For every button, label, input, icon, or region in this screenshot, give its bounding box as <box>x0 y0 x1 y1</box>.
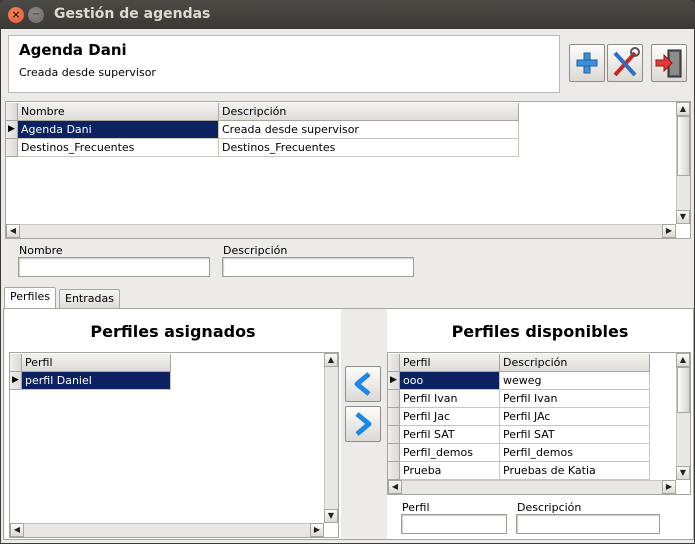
table-cell-perfil[interactable]: Perfil SAT <box>400 426 500 444</box>
scroll-down-icon[interactable]: ▼ <box>676 210 690 224</box>
table-cell-descripcion[interactable]: Pruebas de Katia <box>500 462 650 480</box>
add-button[interactable] <box>569 44 605 82</box>
table-cell-descripcion[interactable]: Perfil JAc <box>500 408 650 426</box>
column-header-descripcion[interactable]: Descripción <box>219 103 519 121</box>
minimize-icon[interactable]: − <box>28 7 44 23</box>
column-header-nombre[interactable]: Nombre <box>18 103 219 121</box>
scroll-down-icon[interactable]: ▼ <box>324 509 338 523</box>
table-cell-descripcion[interactable]: Destinos_Frecuentes <box>219 139 519 157</box>
perfil-filter-input[interactable] <box>401 514 507 534</box>
main-window: Agenda Dani Creada desde supervisor Nomb… <box>1 29 694 543</box>
descripcion-label: Descripción <box>223 244 288 257</box>
table-cell-perfil[interactable]: Perfil Jac <box>400 408 500 426</box>
row-indicator-icon: ▶ <box>388 372 400 390</box>
vertical-scrollbar[interactable]: ▲ ▼ <box>676 353 690 480</box>
plus-icon <box>576 52 598 74</box>
horizontal-scrollbar[interactable]: ◀ ▶ <box>388 480 676 494</box>
table-corner <box>388 354 400 372</box>
table-corner <box>6 103 18 121</box>
table-cell-perfil[interactable]: Perfil Ivan <box>400 390 500 408</box>
tools-button[interactable] <box>607 44 643 82</box>
table-cell-perfil[interactable]: Prueba <box>400 462 500 480</box>
tab-entradas[interactable]: Entradas <box>59 289 120 308</box>
column-header-descripcion[interactable]: Descripción <box>500 354 650 372</box>
table-cell-perfil[interactable]: perfil Daniel <box>22 372 171 390</box>
descripcion-filter-input[interactable] <box>516 514 660 534</box>
title-bar: × − Gestión de agendas <box>0 0 695 29</box>
exit-door-icon <box>655 49 682 78</box>
horizontal-scrollbar[interactable]: ◀ ▶ <box>10 523 324 537</box>
assign-profile-button[interactable] <box>345 366 381 402</box>
window-title: Gestión de agendas <box>54 6 211 22</box>
column-header-perfil[interactable]: Perfil <box>22 354 171 372</box>
agenda-header-panel: Agenda Dani Creada desde supervisor <box>8 35 560 93</box>
row-header <box>388 444 400 462</box>
row-header <box>388 408 400 426</box>
available-title: Perfiles disponibles <box>451 322 629 341</box>
scroll-thumb[interactable] <box>677 116 690 176</box>
row-indicator-icon: ▶ <box>10 372 22 390</box>
agendas-table: Nombre Descripción ▶ Agenda Dani Creada … <box>5 101 691 239</box>
perfiles-tab-panel: Perfiles asignados Perfil ▶ perfil Danie… <box>3 308 694 540</box>
table-cell-descripcion[interactable]: Perfil_demos <box>500 444 650 462</box>
wrench-screwdriver-icon <box>613 47 640 77</box>
tab-perfiles[interactable]: Perfiles <box>4 287 57 308</box>
scroll-left-icon[interactable]: ◀ <box>388 480 402 494</box>
agenda-subtitle: Creada desde supervisor <box>19 66 156 79</box>
scroll-up-icon[interactable]: ▲ <box>324 353 338 367</box>
table-cell-descripcion[interactable]: Creada desde supervisor <box>219 121 519 139</box>
row-header <box>388 462 400 480</box>
row-header <box>388 390 400 408</box>
assigned-table: Perfil ▶ perfil Daniel ▲ ▼ ◀ ▶ <box>9 352 339 538</box>
unassign-profile-button[interactable] <box>345 406 381 442</box>
scroll-up-icon[interactable]: ▲ <box>676 102 690 116</box>
horizontal-scrollbar[interactable]: ◀ ▶ <box>6 224 676 238</box>
assigned-title: Perfiles asignados <box>90 322 256 341</box>
nombre-label: Nombre <box>19 244 63 257</box>
agenda-title: Agenda Dani <box>19 41 127 59</box>
vertical-scrollbar[interactable]: ▲ ▼ <box>324 353 338 523</box>
scroll-left-icon[interactable]: ◀ <box>10 523 24 537</box>
column-header-perfil[interactable]: Perfil <box>400 354 500 372</box>
vertical-scrollbar[interactable]: ▲ ▼ <box>676 102 690 224</box>
scroll-right-icon[interactable]: ▶ <box>310 523 324 537</box>
available-table: Perfil Descripción ▶ ooo weweg Perfil Iv… <box>387 352 691 495</box>
table-corner <box>10 354 22 372</box>
descripcion-filter-input[interactable] <box>222 257 414 277</box>
row-header <box>388 426 400 444</box>
table-cell-descripcion[interactable]: Perfil Ivan <box>500 390 650 408</box>
available-panel: Perfiles disponibles Perfil Descripción … <box>387 309 693 539</box>
table-cell-perfil[interactable]: ooo <box>400 372 500 390</box>
exit-button[interactable] <box>651 44 687 82</box>
chevron-right-icon <box>355 412 372 436</box>
scroll-up-icon[interactable]: ▲ <box>676 353 690 367</box>
table-cell-nombre[interactable]: Destinos_Frecuentes <box>18 139 219 157</box>
table-cell-descripcion[interactable]: weweg <box>500 372 650 390</box>
scroll-right-icon[interactable]: ▶ <box>662 480 676 494</box>
assigned-panel: Perfiles asignados Perfil ▶ perfil Danie… <box>5 309 341 539</box>
row-indicator-icon: ▶ <box>6 121 18 139</box>
table-cell-descripcion[interactable]: Perfil SAT <box>500 426 650 444</box>
scroll-right-icon[interactable]: ▶ <box>662 224 676 238</box>
scroll-thumb[interactable] <box>677 367 690 413</box>
table-cell-perfil[interactable]: Perfil_demos <box>400 444 500 462</box>
row-header <box>6 139 18 157</box>
scroll-down-icon[interactable]: ▼ <box>676 466 690 480</box>
table-cell-nombre[interactable]: Agenda Dani <box>18 121 219 139</box>
descripcion-filter-label: Descripción <box>517 501 582 514</box>
perfil-filter-label: Perfil <box>402 501 430 514</box>
scroll-left-icon[interactable]: ◀ <box>6 224 20 238</box>
chevron-left-icon <box>354 372 371 396</box>
nombre-filter-input[interactable] <box>18 257 210 277</box>
close-icon[interactable]: × <box>8 7 24 23</box>
